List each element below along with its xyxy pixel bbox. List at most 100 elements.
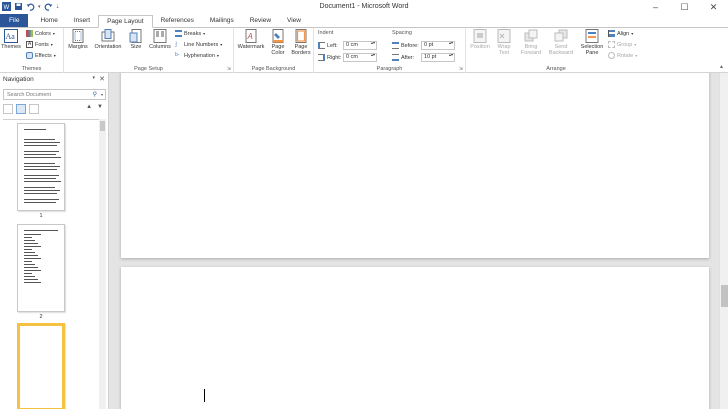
document-scroll-thumb[interactable] <box>721 285 728 307</box>
page-thumbnails: 1 2 <box>3 119 99 409</box>
page-borders-icon <box>295 29 307 43</box>
page-thumbnail-3[interactable] <box>17 323 65 409</box>
collapse-ribbon-icon[interactable]: ▲ <box>719 64 724 70</box>
send-backward-button[interactable]: Send Backward <box>546 29 576 56</box>
page-setup-launcher-icon[interactable]: ⇲ <box>227 66 231 72</box>
nav-search-input[interactable]: Search Document ⚲ ▾ <box>3 89 106 100</box>
pages-view-icon[interactable] <box>16 104 26 114</box>
thumbnail-text-line <box>24 279 38 280</box>
size-icon <box>129 29 142 43</box>
thumbnail-text-line <box>24 142 60 143</box>
margins-button[interactable]: Margins <box>67 29 89 50</box>
orientation-label: Orientation <box>94 44 122 50</box>
document-page-1[interactable] <box>121 73 709 258</box>
paragraph-group: Indent Left: 0 cm Right: 0 cm Spacing Be… <box>314 28 466 73</box>
page-thumbnail-2[interactable] <box>17 224 65 312</box>
nav-close-icon[interactable]: ✕ <box>99 75 105 83</box>
page-background-group-label: Page Background <box>251 66 296 72</box>
thumbnail-text-line <box>24 190 60 191</box>
hyphenation-icon: b- <box>175 52 180 58</box>
rotate-button[interactable]: Rotate ▾ <box>608 52 637 59</box>
themes-label: Themes <box>1 44 21 50</box>
tab-references[interactable]: References <box>153 14 202 27</box>
indent-left-label: Left: <box>327 42 338 49</box>
tab-page-layout[interactable]: Page Layout <box>98 15 153 28</box>
bring-forward-label-line2: Forward <box>520 50 542 56</box>
minimize-icon[interactable]: – <box>641 0 670 14</box>
colors-label: Colors <box>35 30 51 37</box>
selection-pane-button[interactable]: Selection Pane <box>578 29 606 56</box>
indent-left-input[interactable]: 0 cm <box>343 41 377 50</box>
position-button[interactable]: Position <box>468 29 492 50</box>
thumbnail-text-line <box>24 270 41 271</box>
breaks-button[interactable]: Breaks ▾ <box>175 30 205 37</box>
spacing-after-row: After: 10 pt <box>392 53 455 62</box>
wrap-text-button[interactable]: Wrap Text <box>494 29 514 56</box>
tab-home[interactable]: Home <box>32 14 65 27</box>
close-icon[interactable]: ✕ <box>699 0 728 14</box>
document-page-2[interactable] <box>121 267 709 409</box>
title-bar: W ▾ ⇣ Document1 - Microsoft Word – ☐ ✕ <box>0 0 728 14</box>
document-scrollbar[interactable] <box>719 73 728 409</box>
tab-review[interactable]: Review <box>242 14 279 27</box>
thumbnail-text-line <box>24 178 56 179</box>
align-icon <box>608 30 615 37</box>
thumbnail-text-line <box>24 151 59 152</box>
group-button[interactable]: Group ▾ <box>608 41 636 48</box>
hyphenation-button[interactable]: b- Hyphenation ▾ <box>175 52 219 59</box>
paragraph-launcher-icon[interactable]: ⇲ <box>459 66 463 72</box>
tab-mailings[interactable]: Mailings <box>202 14 242 27</box>
next-result-icon[interactable]: ▼ <box>97 104 103 110</box>
headings-view-icon[interactable] <box>3 104 13 114</box>
spacing-before-row: Before: 0 pt <box>392 41 455 50</box>
thumbnail-text-line <box>24 129 46 130</box>
thumbnail-text-line <box>24 246 41 247</box>
line-numbers-button[interactable]: 12 Line Numbers ▾ <box>175 41 222 48</box>
orientation-button[interactable]: Orientation <box>92 29 124 50</box>
themes-button[interactable]: Aa Themes <box>1 29 21 50</box>
effects-button[interactable]: Effects ▾ <box>26 52 56 59</box>
indent-right-input[interactable]: 0 cm <box>343 53 377 62</box>
watermark-button[interactable]: A Watermark <box>235 29 267 50</box>
previous-result-icon[interactable]: ▲ <box>86 104 92 110</box>
indent-left-icon <box>318 42 325 49</box>
maximize-icon[interactable]: ☐ <box>670 0 699 14</box>
nav-scroll-thumb[interactable] <box>100 121 105 131</box>
group-label: Group <box>617 41 633 48</box>
columns-button[interactable]: Columns <box>148 29 172 50</box>
svg-text:Aa: Aa <box>6 32 16 41</box>
tab-file[interactable]: File <box>0 14 29 27</box>
document-area[interactable] <box>109 73 719 409</box>
bring-forward-button[interactable]: Bring Forward <box>518 29 544 56</box>
thumbnail-text-line <box>24 249 32 250</box>
wrap-text-icon <box>497 29 511 43</box>
tab-view[interactable]: View <box>279 14 309 27</box>
search-icon[interactable]: ⚲ <box>93 91 97 98</box>
window-title: Document1 - Microsoft Word <box>319 3 409 10</box>
effects-icon <box>26 52 33 59</box>
colors-button[interactable]: Colors ▾ <box>26 30 55 37</box>
spacing-after-icon <box>392 54 399 61</box>
navigation-pane: Navigation ▾ ✕ Search Document ⚲ ▾ ▲ ▼ 1… <box>0 73 109 409</box>
themes-group: Aa Themes Colors ▾ A Fonts ▾ Effects ▾ Them… <box>0 28 64 73</box>
page-borders-label-line2: Borders <box>291 50 311 56</box>
margins-label: Margins <box>68 44 88 50</box>
send-backward-icon <box>554 29 568 42</box>
spacing-after-input[interactable]: 10 pt <box>421 53 455 62</box>
page-borders-button[interactable]: Page Borders <box>290 29 312 56</box>
fonts-button[interactable]: A Fonts ▾ <box>26 41 53 48</box>
page-thumbnail-1[interactable] <box>17 123 65 211</box>
nav-scrollbar[interactable] <box>99 119 106 409</box>
thumbnail-text-line <box>24 202 56 203</box>
spacing-after-label: After: <box>401 54 415 61</box>
results-view-icon[interactable] <box>29 104 39 114</box>
thumbnail-text-line <box>24 267 38 268</box>
spacing-before-input[interactable]: 0 pt <box>421 41 455 50</box>
tab-insert[interactable]: Insert <box>66 14 98 27</box>
search-dropdown-icon[interactable]: ▾ <box>101 92 103 97</box>
nav-options-icon[interactable]: ▾ <box>92 75 95 81</box>
thumbnail-text-line <box>24 175 59 176</box>
page-color-button[interactable]: Page Color <box>268 29 288 56</box>
align-button[interactable]: Align ▾ <box>608 30 633 37</box>
size-button[interactable]: Size <box>127 29 145 50</box>
